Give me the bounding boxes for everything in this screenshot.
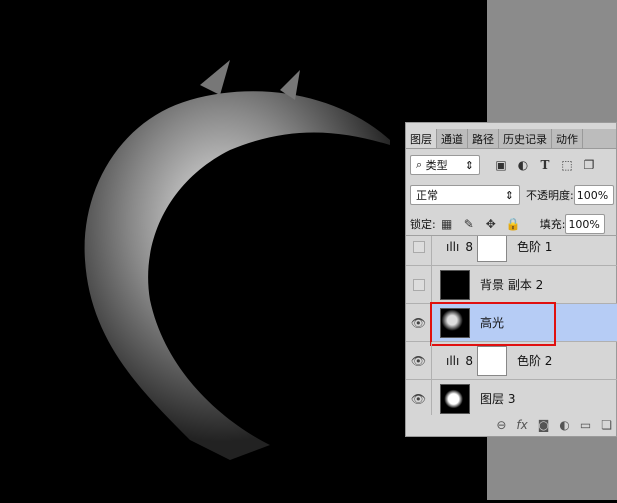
layer-highlight[interactable]: 👁 高光 bbox=[406, 302, 617, 346]
shape-filter-icon[interactable]: ⬚ bbox=[560, 158, 574, 172]
layer-thumbnail bbox=[440, 269, 470, 300]
layer-3[interactable]: 👁 图层 3 bbox=[406, 380, 617, 415]
lock-move-icon[interactable]: ✥ bbox=[484, 217, 498, 231]
fx-icon[interactable]: fx bbox=[516, 418, 527, 432]
layer-levels-2[interactable]: 👁 ıllı 8 色阶 2 bbox=[406, 342, 617, 380]
type-filter-icon[interactable]: T bbox=[538, 158, 552, 172]
levels-icon: ıllı bbox=[446, 353, 460, 368]
tab-actions[interactable]: 动作 bbox=[552, 129, 583, 148]
tab-history[interactable]: 历史记录 bbox=[499, 129, 552, 148]
lock-label: 锁定: bbox=[410, 218, 436, 231]
visibility-toggle[interactable] bbox=[406, 236, 432, 265]
add-mask-icon[interactable]: ◙ bbox=[538, 418, 550, 432]
tab-layers[interactable]: 图层 bbox=[406, 129, 437, 148]
lock-transparency-icon[interactable]: ▦ bbox=[440, 217, 454, 231]
layer-levels-1[interactable]: ıllı 8 色阶 1 bbox=[406, 236, 617, 266]
fill-label: 填充: bbox=[539, 218, 566, 231]
search-icon: ⌕ bbox=[416, 158, 426, 171]
lock-brush-icon[interactable]: ✎ bbox=[462, 217, 476, 231]
eye-icon[interactable]: 👁 bbox=[406, 304, 432, 341]
levels-icon: ıllı bbox=[446, 239, 460, 254]
link-icon: 8 bbox=[465, 239, 473, 254]
new-adjustment-icon[interactable]: ◐ bbox=[559, 418, 569, 432]
layer-mask-thumbnail bbox=[476, 345, 507, 376]
blend-mode-select[interactable]: 正常 ⇕ bbox=[410, 185, 520, 205]
fill-input[interactable]: 100% bbox=[565, 214, 606, 234]
layers-panel: 图层 通道 路径 历史记录 动作 ⌕ 类型 ⇕ ▣ ◐ T ⬚ ❐ 正常 ⇕ 不透明… bbox=[405, 122, 617, 437]
adjustment-filter-icon[interactable]: ◐ bbox=[516, 158, 530, 172]
link-layers-icon[interactable]: ⊖ bbox=[496, 418, 506, 432]
layer-background-copy-2[interactable]: 背景 副本 2 bbox=[406, 266, 617, 304]
tab-channels[interactable]: 通道 bbox=[437, 129, 468, 148]
highlight-box bbox=[430, 302, 556, 346]
lock-all-icon[interactable]: 🔒 bbox=[506, 217, 521, 231]
tab-paths[interactable]: 路径 bbox=[468, 129, 499, 148]
layer-thumbnail bbox=[440, 383, 470, 414]
new-group-icon[interactable]: ▭ bbox=[580, 418, 591, 432]
layer-mask-thumbnail bbox=[476, 236, 507, 262]
opacity-input[interactable]: 100% bbox=[573, 185, 614, 205]
layers-list: ıllı 8 色阶 1 背景 副本 2 👁 高光 👁 ıllı 8 色阶 2 👁 图… bbox=[406, 235, 617, 415]
link-icon: 8 bbox=[465, 353, 473, 368]
smart-object-filter-icon[interactable]: ❐ bbox=[582, 158, 596, 172]
panel-footer: ⊖ fx ◙ ◐ ▭ ❏ bbox=[406, 414, 617, 436]
image-filter-icon[interactable]: ▣ bbox=[494, 158, 508, 172]
new-layer-icon[interactable]: ❏ bbox=[601, 418, 612, 432]
visibility-toggle[interactable] bbox=[406, 266, 432, 303]
eye-icon[interactable]: 👁 bbox=[406, 342, 432, 379]
eye-icon[interactable]: 👁 bbox=[406, 380, 432, 415]
opacity-label: 不透明度: bbox=[526, 189, 574, 202]
filter-type-select[interactable]: ⌕ 类型 ⇕ bbox=[410, 155, 480, 175]
